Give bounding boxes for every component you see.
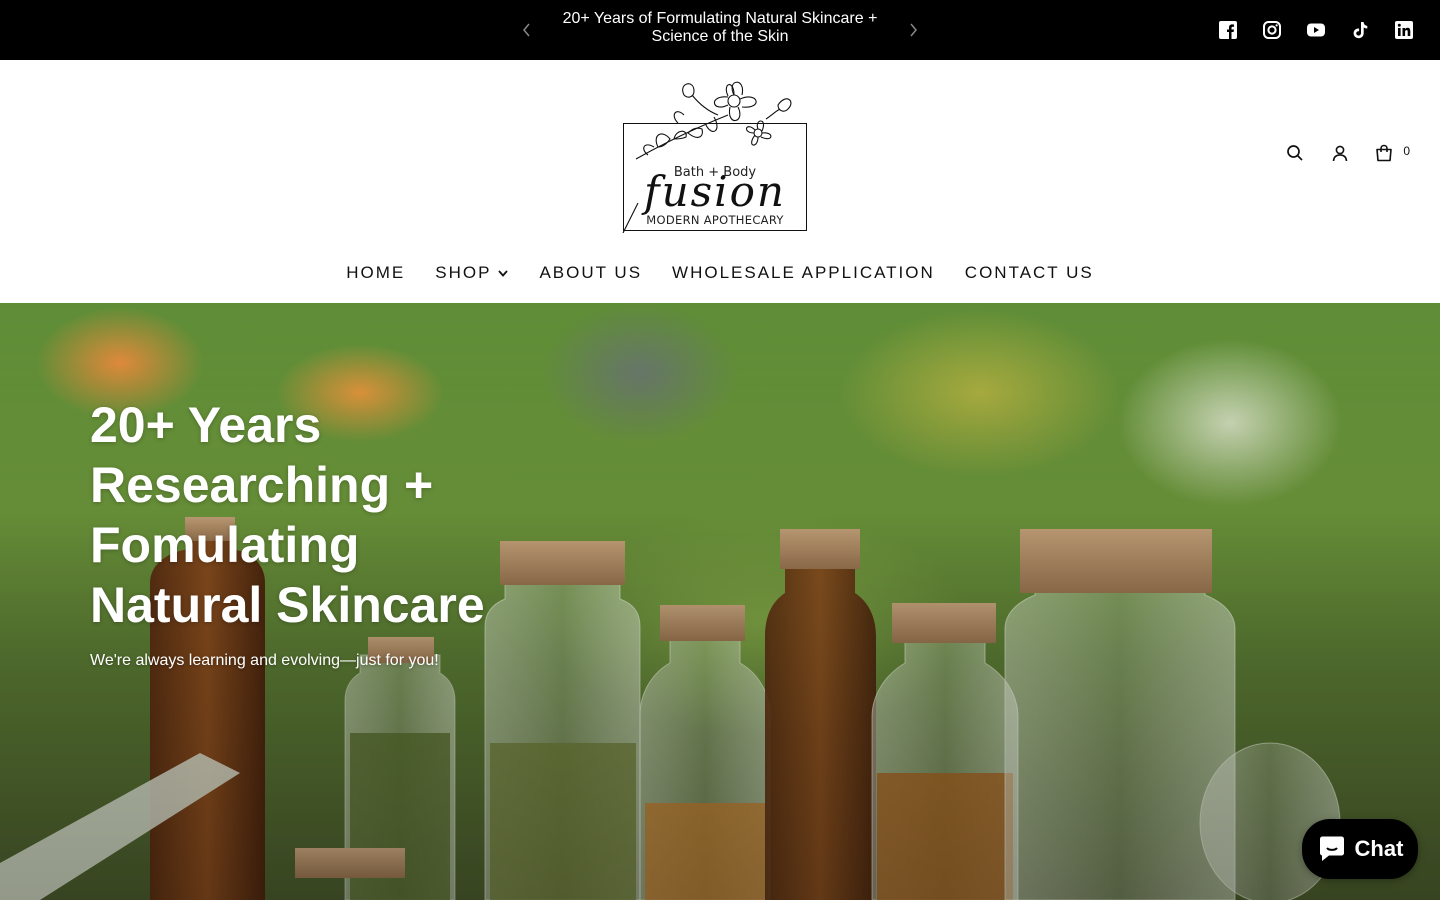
cart-icon	[1376, 144, 1393, 162]
facebook-icon[interactable]	[1218, 18, 1238, 42]
hero-subtitle: We're always learning and evolving—just …	[90, 652, 439, 669]
account-button[interactable]	[1330, 143, 1350, 163]
nav-item-about-us[interactable]: ABOUT US	[539, 263, 642, 283]
nav-item-wholesale-application[interactable]: WHOLESALE APPLICATION	[672, 263, 935, 283]
nav-item-label: SHOP	[435, 263, 492, 282]
instagram-icon[interactable]	[1262, 18, 1282, 42]
search-button[interactable]	[1285, 143, 1305, 163]
chevron-left-icon	[523, 23, 530, 37]
logo-text-tagline: MODERN APOTHECARY	[646, 213, 784, 227]
nav-item-label: CONTACT US	[964, 263, 1094, 282]
nav-item-shop[interactable]: SHOP	[435, 263, 509, 283]
chevron-down-icon	[498, 270, 509, 277]
chevron-right-icon	[910, 23, 917, 37]
search-icon	[1287, 145, 1303, 161]
logo-text-fusion: fusion	[644, 167, 786, 216]
site-header: Bath + Body fusion MODERN APOTHECARY 0 H…	[0, 60, 1440, 304]
nav-item-label: WHOLESALE APPLICATION	[672, 263, 935, 282]
announcement-message[interactable]: 20+ Years of Formulating Natural Skincar…	[540, 10, 900, 46]
site-logo[interactable]: Bath + Body fusion MODERN APOTHECARY	[618, 75, 812, 233]
account-icon	[1333, 145, 1348, 162]
youtube-icon[interactable]	[1306, 18, 1326, 42]
announcement-next-button[interactable]	[901, 18, 925, 42]
hero-banner: 20+ Years Researching + Fomulating Natur…	[0, 303, 1440, 900]
main-navigation: HOME SHOP ABOUT US WHOLESALE APPLICATION…	[0, 257, 1440, 289]
header-actions: 0	[1260, 142, 1410, 164]
nav-item-label: HOME	[346, 263, 406, 282]
announcement-bar: 20+ Years of Formulating Natural Skincar…	[0, 0, 1440, 60]
cart-count: 0	[1403, 144, 1410, 158]
hero-title: 20+ Years Researching + Fomulating Natur…	[90, 397, 485, 633]
chat-button[interactable]: Chat	[1302, 819, 1418, 879]
hero-text-block: 20+ Years Researching + Fomulating Natur…	[90, 395, 510, 670]
announcement-prev-button[interactable]	[515, 18, 539, 42]
social-links	[1218, 18, 1414, 42]
chat-bubble-icon	[1319, 836, 1344, 861]
cart-button[interactable]: 0	[1375, 143, 1410, 163]
tiktok-icon[interactable]	[1350, 18, 1370, 42]
linkedin-icon[interactable]	[1394, 18, 1414, 42]
nav-item-contact-us[interactable]: CONTACT US	[965, 263, 1094, 283]
nav-item-label: ABOUT US	[539, 263, 643, 282]
chat-button-label: Chat	[1354, 836, 1404, 861]
nav-item-home[interactable]: HOME	[346, 263, 405, 283]
